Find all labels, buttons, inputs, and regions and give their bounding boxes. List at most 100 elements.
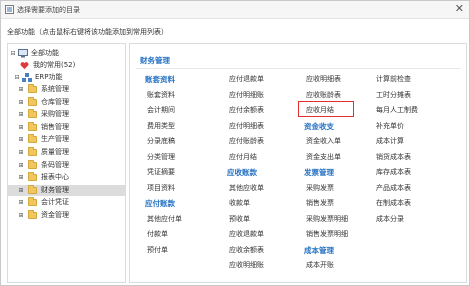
expand-icon[interactable]: ⊞ bbox=[18, 134, 24, 145]
expand-icon[interactable]: ⊞ bbox=[18, 147, 24, 158]
category-heading: 应付账款 bbox=[145, 199, 175, 208]
expand-icon[interactable]: ⊞ bbox=[18, 185, 24, 196]
function-item[interactable]: 付款单 bbox=[147, 229, 168, 239]
function-item[interactable]: 成本计算 bbox=[376, 136, 404, 146]
tree-node-module[interactable]: ⊞ 资金管理 bbox=[8, 210, 125, 221]
function-item[interactable]: 项目资料 bbox=[147, 183, 175, 193]
expand-icon[interactable]: ⊞ bbox=[18, 122, 24, 133]
folder-icon bbox=[28, 172, 37, 182]
tree-node-label: 报表中心 bbox=[41, 173, 69, 182]
folder-icon bbox=[28, 210, 37, 219]
folder-icon bbox=[28, 184, 37, 194]
function-tree[interactable]: ⊟ 全部功能 我的常用(52) ⊟ ERP功能 ⊞ 系统管理 ⊞ 仓库管理 ⊞ 采购管理 ⊞… bbox=[7, 43, 126, 283]
function-item[interactable]: 产品成本表 bbox=[376, 183, 411, 193]
function-item[interactable]: 应付明细表 bbox=[229, 121, 264, 131]
function-item[interactable]: 账套资料 bbox=[147, 90, 175, 100]
panel-divider bbox=[136, 68, 460, 69]
category-heading: 成本管理 bbox=[304, 245, 334, 255]
tree-node-module[interactable]: ⊞ 条码管理 bbox=[8, 159, 125, 171]
folder-icon bbox=[28, 109, 37, 119]
folder-icon bbox=[28, 147, 37, 156]
collapse-icon[interactable]: ⊟ bbox=[10, 48, 16, 59]
function-item[interactable]: 资金支出单 bbox=[306, 152, 341, 162]
function-item[interactable]: 收款单 bbox=[229, 198, 250, 208]
function-item[interactable]: 应收账龄表 bbox=[306, 90, 341, 100]
monitor-icon bbox=[18, 49, 28, 58]
tree-node-label: 销售管理 bbox=[41, 122, 69, 131]
tree-node-favorites[interactable]: 我的常用(52) bbox=[8, 60, 125, 71]
tree-node-label: 资金管理 bbox=[41, 211, 69, 219]
function-item[interactable]: 采购发票 bbox=[306, 183, 334, 193]
function-item[interactable]: 销货成本表 bbox=[376, 152, 411, 162]
expand-icon[interactable]: ⊞ bbox=[18, 197, 24, 208]
expand-icon[interactable]: ⊞ bbox=[18, 210, 24, 221]
dialog-window: 选择需要添加的目录 ✕ 全部功能（点击鼠标右键将该功能添加到常用列表） ⊟ 全部… bbox=[0, 0, 470, 286]
category-heading: 资金收支 bbox=[304, 121, 334, 131]
function-item[interactable]: 库存成本表 bbox=[376, 167, 411, 177]
function-item[interactable]: 应付余额表 bbox=[229, 105, 264, 115]
function-item[interactable]: 应收退款单 bbox=[229, 229, 264, 239]
function-item[interactable]: 应付账龄表 bbox=[229, 136, 264, 146]
function-item[interactable]: 应收明细表 bbox=[306, 74, 341, 84]
tree-node-module[interactable]: ⊞ 报表中心 bbox=[8, 172, 125, 183]
function-item[interactable]: 凭证摘要 bbox=[147, 167, 175, 177]
collapse-icon[interactable]: ⊟ bbox=[14, 72, 20, 83]
tree-node-label: 财务管理 bbox=[41, 185, 69, 194]
tree-node-root[interactable]: ⊟ 全部功能 bbox=[8, 48, 125, 59]
function-item[interactable]: 费用类型 bbox=[147, 121, 175, 131]
folder-icon bbox=[28, 96, 37, 106]
category-heading: 账套资料 bbox=[145, 75, 175, 84]
tree-node-erp[interactable]: ⊟ ERP功能 bbox=[8, 72, 125, 83]
function-item[interactable]: 应付明细账 bbox=[229, 90, 264, 100]
tree-node-label: 我的常用(52) bbox=[33, 61, 76, 69]
function-item[interactable]: 预付单 bbox=[147, 245, 168, 255]
tree-node-label: ERP功能 bbox=[35, 73, 63, 81]
tree-node-label: 条码管理 bbox=[41, 160, 69, 169]
expand-icon[interactable]: ⊞ bbox=[18, 109, 24, 120]
tree-node-module[interactable]: ⊞ 采购管理 bbox=[8, 109, 125, 120]
tree-node-module[interactable]: ⊞ 质量管理 bbox=[8, 147, 125, 158]
function-item[interactable]: 工时分摊表 bbox=[376, 90, 411, 100]
function-item[interactable]: 资金收入单 bbox=[306, 136, 341, 146]
expand-icon[interactable]: ⊞ bbox=[18, 84, 24, 95]
expand-icon[interactable]: ⊞ bbox=[18, 160, 24, 171]
function-item[interactable]: 其他应付单 bbox=[147, 214, 182, 224]
panel-title: 财务管理 bbox=[140, 56, 170, 65]
expand-icon[interactable]: ⊞ bbox=[18, 172, 24, 183]
function-item[interactable]: 每月人工制费 bbox=[376, 105, 418, 115]
expand-icon[interactable]: ⊞ bbox=[18, 97, 24, 108]
function-item[interactable]: 应付月结 bbox=[229, 152, 257, 162]
category-heading: 发票管理 bbox=[304, 168, 334, 177]
tree-node-label: 仓库管理 bbox=[41, 97, 69, 106]
tree-node-module[interactable]: ⊞ 销售管理 bbox=[8, 121, 125, 133]
heart-icon bbox=[20, 62, 29, 70]
function-item[interactable]: 应收余额表 bbox=[229, 245, 264, 255]
tree-node-module[interactable]: ⊞ 会计凭证 bbox=[8, 197, 125, 208]
function-item[interactable]: 补充单价 bbox=[376, 121, 404, 131]
function-item[interactable]: 其他应收单 bbox=[229, 183, 264, 193]
tree-node-label: 采购管理 bbox=[41, 110, 69, 119]
function-item[interactable]: 采购发票明细 bbox=[306, 214, 348, 224]
function-item[interactable]: 销售发票 bbox=[306, 198, 334, 208]
tree-node-module[interactable]: ⊞ 仓库管理 bbox=[8, 96, 125, 108]
tree-node-module[interactable]: ⊞ 系统管理 bbox=[8, 84, 125, 95]
function-item[interactable]: 在制成本表 bbox=[376, 198, 411, 208]
function-item[interactable]: 成本开账 bbox=[306, 260, 334, 270]
function-item[interactable]: 会计期间 bbox=[147, 105, 175, 115]
close-icon[interactable]: ✕ bbox=[455, 3, 464, 15]
function-item[interactable]: 成本分录 bbox=[376, 214, 404, 224]
tree-node-module[interactable]: ⊞ 生产管理 bbox=[8, 134, 125, 145]
folder-icon bbox=[28, 84, 37, 93]
function-item[interactable]: 应付退款单 bbox=[229, 74, 264, 84]
function-item[interactable]: 预收单 bbox=[229, 214, 250, 224]
instruction-text: 全部功能（点击鼠标右键将该功能添加到常用列表） bbox=[7, 28, 168, 36]
function-item[interactable]: 应收明细账 bbox=[229, 260, 264, 270]
function-item[interactable]: 销售发票明细 bbox=[306, 229, 348, 239]
function-item[interactable]: 分类管理 bbox=[147, 152, 175, 162]
tree-node-module[interactable]: ⊞ 财务管理 bbox=[8, 184, 125, 196]
modules-icon bbox=[22, 73, 32, 82]
function-panel: 财务管理 账套资料 账套资料 会计期间 费用类型 分录底稿 分类管理 凭证摘要 项目资料 应付账… bbox=[129, 43, 467, 283]
tree-node-label: 会计凭证 bbox=[41, 198, 69, 207]
function-item[interactable]: 计算前检查 bbox=[376, 74, 411, 84]
function-item[interactable]: 分录底稿 bbox=[147, 136, 175, 146]
